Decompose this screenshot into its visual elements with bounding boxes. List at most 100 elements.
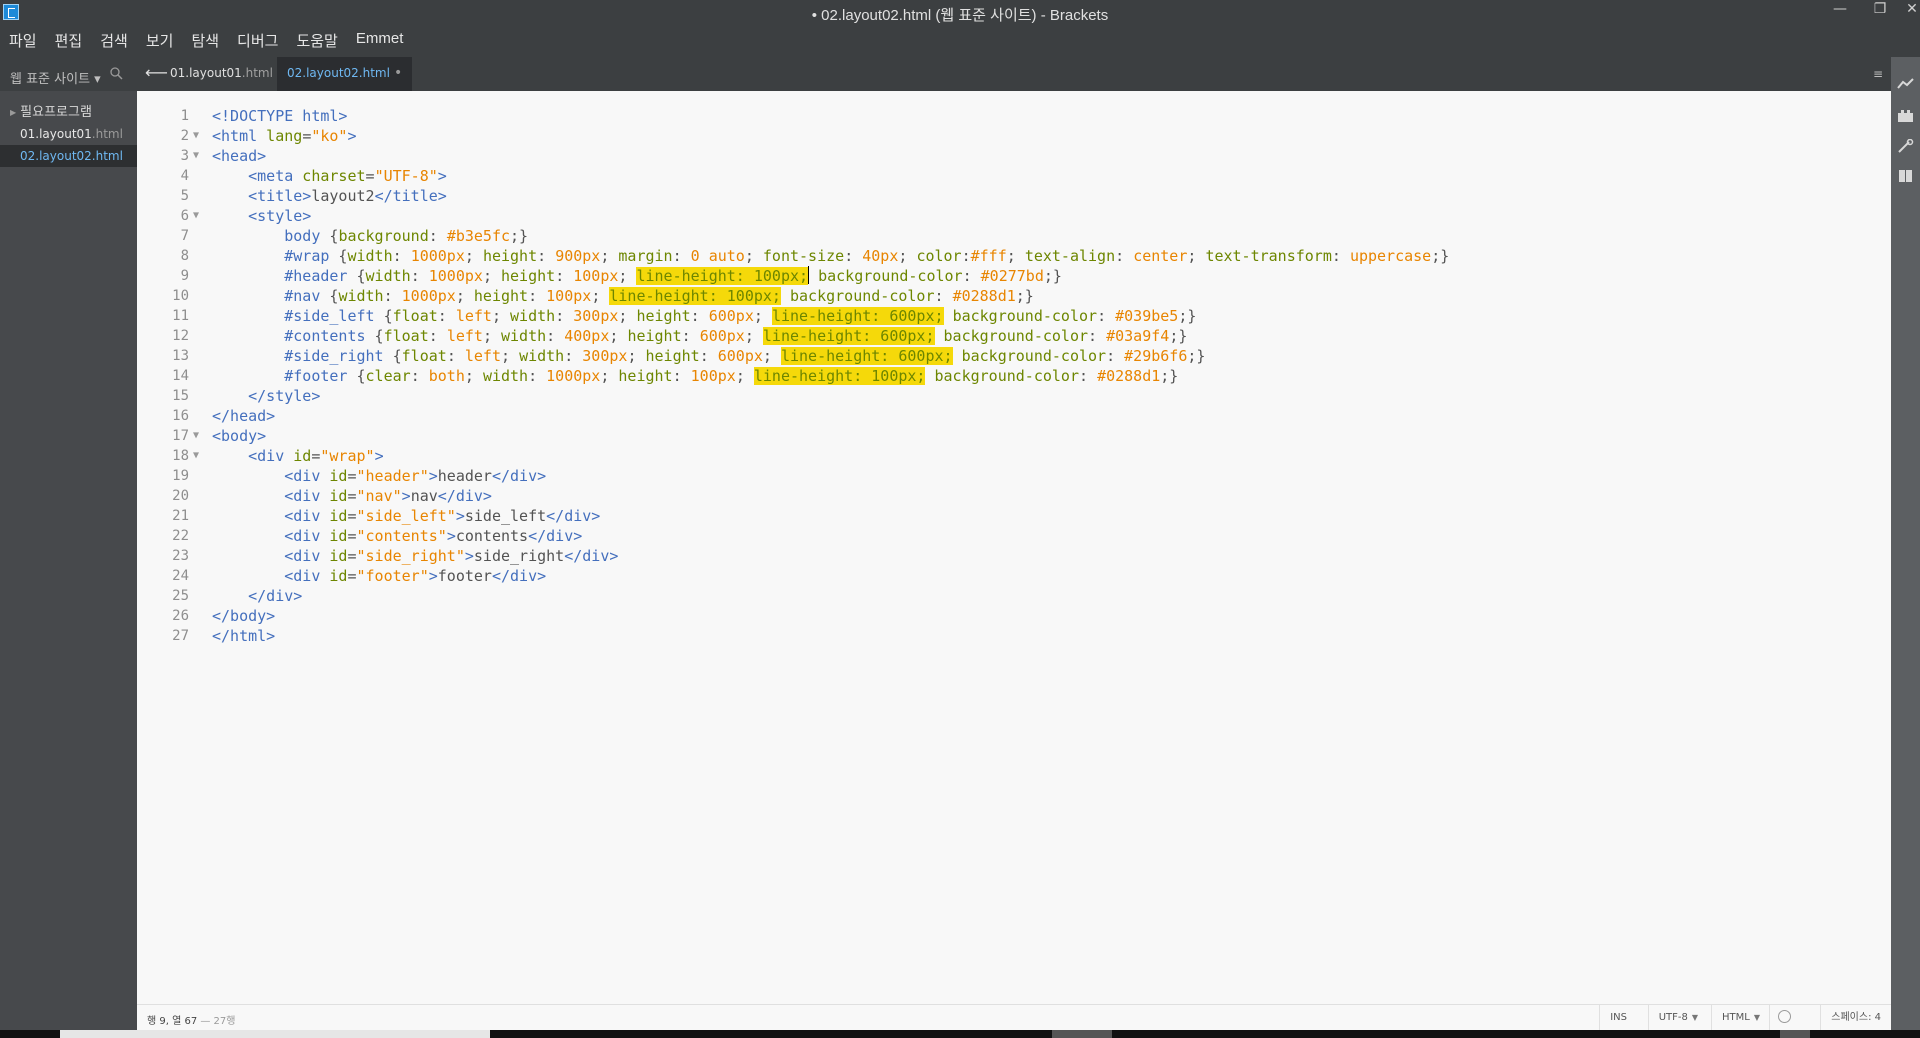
code-token: ; — [618, 307, 637, 325]
file-name: 02.layout02 — [20, 149, 92, 163]
code-token: 900px — [555, 247, 601, 265]
code-token: ; — [600, 247, 619, 265]
linter-status[interactable] — [1769, 1005, 1799, 1031]
code-token: <div — [212, 527, 321, 545]
code-token: background-color — [818, 267, 963, 285]
close-button[interactable]: ✕ — [1896, 0, 1920, 22]
code-token: : — [428, 327, 447, 345]
code-token: #03a9f4 — [1106, 327, 1170, 345]
code-token: text-align — [1024, 247, 1116, 265]
menu-edit[interactable]: 편집 — [46, 26, 92, 52]
code-token: left — [455, 307, 492, 325]
menu-navigate[interactable]: 탐색 — [182, 26, 228, 52]
file-name: 01.layout01 — [20, 127, 92, 141]
split-view-icon[interactable]: ≡ — [1873, 67, 1883, 81]
code-token: ;} — [1160, 367, 1179, 385]
code-token: </head> — [212, 407, 276, 425]
tab-layout02[interactable]: 02.layout02.html • — [277, 57, 413, 91]
tree-file-layout01[interactable]: 01.layout01.html — [0, 123, 137, 145]
code-token: = — [347, 567, 357, 585]
menu-file[interactable]: 파일 — [0, 26, 46, 52]
code-token: float — [401, 347, 447, 365]
fold-arrow-icon[interactable]: ▼ — [193, 446, 199, 466]
code-token: : — [681, 327, 700, 345]
encoding-label: UTF-8 — [1658, 1012, 1688, 1023]
code-token: <div — [212, 507, 321, 525]
menu-debug[interactable]: 디버그 — [228, 26, 287, 52]
tree-folder[interactable]: ▶ 필요프로그램 — [10, 101, 92, 120]
minimize-button[interactable]: — — [1824, 0, 1856, 22]
code-token: "header" — [356, 467, 429, 485]
code-token: #29b6f6 — [1124, 347, 1188, 365]
code-token: ; — [464, 367, 483, 385]
taskbar-item[interactable] — [1052, 1030, 1112, 1038]
indent-setting[interactable]: 스페이스: 4 — [1820, 1005, 1891, 1031]
code-token: { — [374, 307, 393, 325]
code-token: ;} — [1015, 287, 1034, 305]
fold-arrow-icon[interactable]: ▼ — [193, 426, 199, 446]
code-token: 40px — [862, 247, 899, 265]
code-token: > — [428, 567, 438, 585]
taskbar-item[interactable] — [60, 1030, 490, 1038]
code-token: 600px — [717, 347, 763, 365]
code-token: <div — [212, 547, 321, 565]
code-token: width — [510, 307, 556, 325]
code-token: <div — [212, 567, 321, 585]
code-token: { — [329, 247, 348, 265]
menu-view[interactable]: 보기 — [137, 26, 183, 52]
code-token: { — [383, 347, 402, 365]
line-number: 6 — [180, 208, 189, 224]
fold-arrow-icon[interactable]: ▼ — [193, 126, 199, 146]
code-token: : — [1097, 307, 1116, 325]
menu-help[interactable]: 도움말 — [287, 26, 346, 52]
menu-emmet[interactable]: Emmet — [347, 26, 413, 52]
tab-layout01[interactable]: 01.layout01.html — [160, 57, 283, 91]
line-number: 11 — [172, 308, 189, 324]
code-token: : — [844, 247, 863, 265]
taskbar-item[interactable] — [1780, 1030, 1810, 1038]
code-token: > — [401, 487, 411, 505]
code-token: <head> — [212, 147, 267, 165]
code-token: ; — [744, 247, 763, 265]
line-number: 23 — [172, 548, 189, 564]
tools-icon[interactable] — [1897, 139, 1914, 153]
project-dropdown[interactable]: 웹 표준 사이트 ▾ — [10, 68, 101, 87]
code-token: ; — [591, 287, 610, 305]
restore-button[interactable]: ❐ — [1864, 0, 1896, 22]
code-editor[interactable]: 1 <!DOCTYPE html> 2 ▼ <html lang="ko"> 3 ▼ <h… — [137, 91, 1891, 1004]
highlighted-token: line-height: 600px; — [780, 347, 953, 365]
menu-find[interactable]: 검색 — [91, 26, 137, 52]
ins-toggle[interactable]: INS — [1599, 1005, 1637, 1031]
extension-manager-icon[interactable] — [1897, 109, 1914, 123]
line-number: 18 — [172, 448, 189, 464]
language-select[interactable]: HTML ▼ — [1711, 1005, 1770, 1031]
code-token: id — [320, 567, 348, 585]
folder-collapsed-icon: ▶ — [10, 108, 17, 117]
code-token: font-size — [762, 247, 845, 265]
code-token: : — [392, 247, 411, 265]
code-token: </html> — [212, 627, 276, 645]
code-token: "ko" — [311, 127, 348, 145]
fold-arrow-icon[interactable]: ▼ — [193, 146, 199, 166]
unsaved-dot-icon: • — [393, 65, 403, 81]
code-token: width — [347, 247, 393, 265]
tree-file-layout02[interactable]: 02.layout02.html — [0, 145, 137, 167]
code-token: { — [347, 267, 366, 285]
code-token: side_right — [473, 547, 565, 565]
search-icon[interactable] — [110, 67, 123, 80]
code-token: #header — [212, 267, 348, 285]
file-ext: .html — [91, 149, 123, 163]
code-token: ;} — [1169, 327, 1188, 345]
code-token: left — [464, 347, 501, 365]
encoding-select[interactable]: UTF-8 ▼ — [1647, 1005, 1708, 1031]
line-number: 5 — [180, 188, 189, 204]
book-icon[interactable] — [1897, 169, 1914, 183]
code-token: <html — [212, 127, 258, 145]
code-token: background-color — [790, 287, 935, 305]
live-preview-icon[interactable] — [1897, 77, 1914, 91]
code-token: 1000px — [546, 367, 601, 385]
line-number: 7 — [180, 228, 189, 244]
code-token: : — [672, 247, 691, 265]
fold-arrow-icon[interactable]: ▼ — [193, 206, 199, 226]
code-token: #wrap — [212, 247, 330, 265]
